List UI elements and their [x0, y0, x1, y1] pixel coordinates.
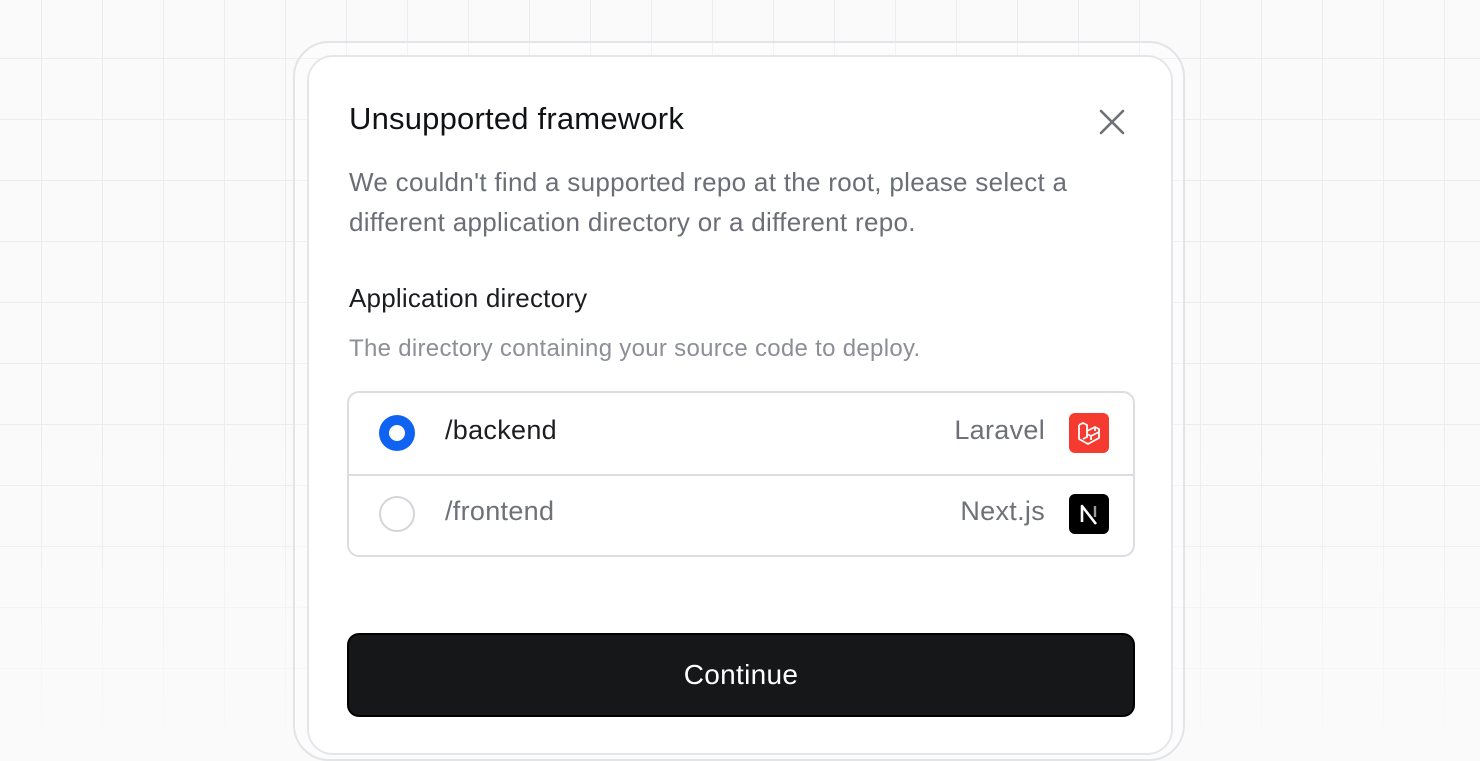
dialog-description: We couldn't find a supported repo at the…: [349, 167, 1068, 237]
continue-button[interactable]: Continue: [347, 633, 1135, 717]
application-directory-label: Application directory: [349, 283, 588, 313]
close-icon: [1099, 109, 1125, 135]
radio-unselected[interactable]: [379, 496, 415, 532]
directory-path: /frontend: [445, 496, 555, 526]
dialog-title: Unsupported framework: [349, 101, 685, 136]
close-button[interactable]: [1093, 103, 1131, 141]
directory-path: /backend: [445, 415, 557, 445]
framework-name: Laravel: [954, 415, 1045, 445]
radio-selected[interactable]: [379, 415, 415, 451]
unsupported-framework-dialog: Unsupported framework We couldn't find a…: [307, 55, 1173, 755]
laravel-icon: [1069, 413, 1109, 453]
application-directory-help: The directory containing your source cod…: [349, 335, 921, 362]
directory-option-backend[interactable]: /backend Laravel: [349, 393, 1133, 476]
framework-name: Next.js: [960, 496, 1045, 526]
directory-option-frontend[interactable]: /frontend Next.js: [349, 474, 1133, 555]
directory-options: /backend Laravel /frontend Next.js: [347, 391, 1135, 557]
nextjs-icon: [1069, 494, 1109, 534]
